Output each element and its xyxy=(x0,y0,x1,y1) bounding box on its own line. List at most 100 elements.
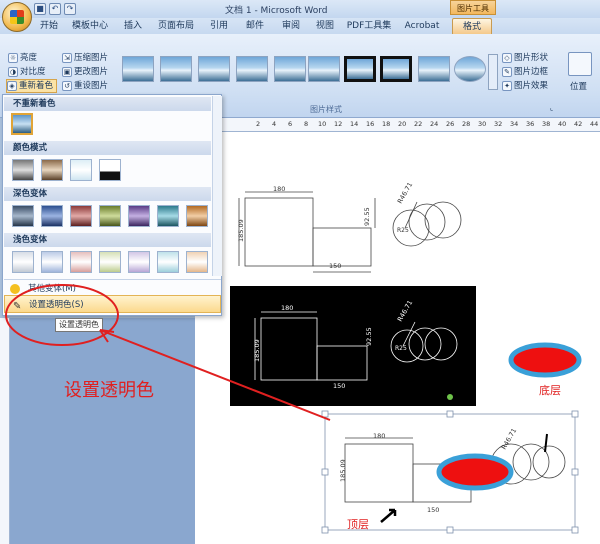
horizontal-ruler[interactable]: 2 4 6 8 10 12 14 16 18 20 22 24 26 28 30… xyxy=(222,118,600,132)
pointer-line xyxy=(544,433,548,453)
gallery-scroll[interactable] xyxy=(488,54,498,90)
ruler-tick: 12 xyxy=(334,120,343,128)
vertical-ruler[interactable] xyxy=(0,318,10,544)
office-button[interactable] xyxy=(2,2,32,32)
change-picture-icon: ▣ xyxy=(62,67,72,77)
dim-r46-label-sel: R46.71 xyxy=(500,427,518,451)
change-label: 更改图片 xyxy=(74,67,109,77)
ruler-tick: 26 xyxy=(446,120,455,128)
picture-effects-label: 图片效果 xyxy=(514,81,549,91)
change-picture-button[interactable]: ▣ 更改图片 xyxy=(62,65,108,79)
picture-border-button[interactable]: ✎ 图片边框 xyxy=(502,65,548,79)
position-icon[interactable] xyxy=(568,52,592,76)
ruler-tick: 18 xyxy=(382,120,391,128)
compress-icon: ⇲ xyxy=(62,53,72,63)
swatch-dark[interactable] xyxy=(186,205,208,227)
tab-template-center[interactable]: 模板中心 xyxy=(70,18,110,34)
position-label[interactable]: 位置 xyxy=(570,80,587,92)
dim-r25-label-dark: R25 xyxy=(395,345,407,352)
swatch-dark[interactable] xyxy=(41,205,63,227)
swatch-light[interactable] xyxy=(128,251,150,273)
picture-style-thumb[interactable] xyxy=(160,56,192,82)
ruler-tick: 40 xyxy=(558,120,567,128)
swatch-light[interactable] xyxy=(12,251,34,273)
swatch-sepia[interactable] xyxy=(41,159,63,181)
picture-style-thumb[interactable] xyxy=(198,56,230,82)
window-title: 文档 1 - Microsoft Word xyxy=(225,6,328,16)
swatch-dark[interactable] xyxy=(157,205,179,227)
picture-shape-button[interactable]: ◇ 图片形状 xyxy=(502,51,548,65)
dim-185-label-sel: 185.09 xyxy=(339,459,347,482)
ruler-tick: 44 xyxy=(590,120,599,128)
swatch-dark[interactable] xyxy=(12,205,34,227)
picture-effects-button[interactable]: ✦ 图片效果 xyxy=(502,79,548,93)
picture-style-thumb[interactable] xyxy=(380,56,412,82)
contrast-button[interactable]: ◑ 对比度 xyxy=(8,65,46,79)
tab-insert[interactable]: 插入 xyxy=(120,18,146,34)
swatch-grayscale[interactable] xyxy=(12,159,34,181)
recolor-label: 重新着色 xyxy=(19,81,54,91)
dim-180-label-dark: 180 xyxy=(281,304,293,312)
dim-150-label: 150 xyxy=(329,262,341,270)
ribbon-tabs: 开始 模板中心 插入 页面布局 引用 邮件 审阅 视图 PDF工具集 Acrob… xyxy=(0,18,600,34)
document-page[interactable]: 180 185.09 92.55 150 R46.71 R25 180 185.… xyxy=(195,132,600,544)
swatch-washout[interactable] xyxy=(70,159,92,181)
effects-icon: ✦ xyxy=(502,81,512,91)
ruler-tick: 42 xyxy=(574,120,583,128)
dialog-launcher-icon[interactable]: ⌞ xyxy=(550,104,553,112)
tab-mailings[interactable]: 邮件 xyxy=(242,18,268,34)
picture-style-thumb[interactable] xyxy=(454,56,486,82)
swatch-light[interactable] xyxy=(157,251,179,273)
palette-icon xyxy=(10,284,20,294)
swatch-dark[interactable] xyxy=(70,205,92,227)
tab-pdf-tools[interactable]: PDF工具集 xyxy=(346,18,392,34)
document-canvas: 180 185.09 92.55 150 R46.71 R25 180 185.… xyxy=(230,181,582,534)
swatch-light[interactable] xyxy=(186,251,208,273)
brightness-button[interactable]: ☼ 亮度 xyxy=(8,51,37,65)
annotation-text: 设置透明色 xyxy=(64,380,154,401)
tab-review[interactable]: 审阅 xyxy=(278,18,304,34)
red-oval-bottom[interactable] xyxy=(508,342,582,378)
picture-style-thumb[interactable] xyxy=(418,56,450,82)
save-icon[interactable]: ■ xyxy=(34,3,46,15)
swatch-dark[interactable] xyxy=(128,205,150,227)
tab-home[interactable]: 开始 xyxy=(36,18,62,34)
dim-185-label-dark: 185.09 xyxy=(253,339,261,362)
swatch-light[interactable] xyxy=(99,251,121,273)
picture-style-thumb[interactable] xyxy=(236,56,268,82)
swatch-black-white[interactable] xyxy=(99,159,121,181)
swatch-light[interactable] xyxy=(70,251,92,273)
compress-label: 压缩图片 xyxy=(74,53,109,63)
dim-180-label: 180 xyxy=(273,185,285,193)
swatch-no-recolor[interactable] xyxy=(11,113,33,135)
section-light-variants: 浅色变体 xyxy=(4,233,211,247)
set-transparent-color-item[interactable]: ✎ 设置透明色(S) xyxy=(4,295,221,313)
bottom-layer-label: 底层 xyxy=(539,383,561,397)
dim-185-label: 185.09 xyxy=(237,219,245,242)
compress-pictures-button[interactable]: ⇲ 压缩图片 xyxy=(62,51,108,65)
picture-style-thumb[interactable] xyxy=(274,56,306,82)
dropdown-scrollbar[interactable] xyxy=(212,96,222,276)
redo-icon[interactable]: ↷ xyxy=(64,3,76,15)
tab-page-layout[interactable]: 页面布局 xyxy=(156,18,196,34)
recolor-button[interactable]: ◈ 重新着色 xyxy=(6,79,58,93)
swatch-dark[interactable] xyxy=(99,205,121,227)
page-margin-area xyxy=(10,318,195,544)
picture-style-thumb[interactable] xyxy=(308,56,340,82)
contrast-label: 对比度 xyxy=(20,67,46,77)
swatch-light[interactable] xyxy=(41,251,63,273)
red-oval-top[interactable] xyxy=(436,453,514,491)
dim-150-label-dark: 150 xyxy=(333,382,345,390)
tab-format[interactable]: 格式 xyxy=(452,18,492,34)
tab-references[interactable]: 引用 xyxy=(206,18,232,34)
ruler-tick: 10 xyxy=(318,120,327,128)
reset-picture-button[interactable]: ↺ 重设图片 xyxy=(62,79,108,93)
ruler-tick: 28 xyxy=(462,120,471,128)
border-icon: ✎ xyxy=(502,67,512,77)
tab-view[interactable]: 视图 xyxy=(312,18,338,34)
picture-style-thumb[interactable] xyxy=(344,56,376,82)
rotate-handle[interactable] xyxy=(447,394,453,400)
tab-acrobat[interactable]: Acrobat xyxy=(402,18,442,34)
undo-icon[interactable]: ↶ xyxy=(49,3,61,15)
picture-style-thumb[interactable] xyxy=(122,56,154,82)
